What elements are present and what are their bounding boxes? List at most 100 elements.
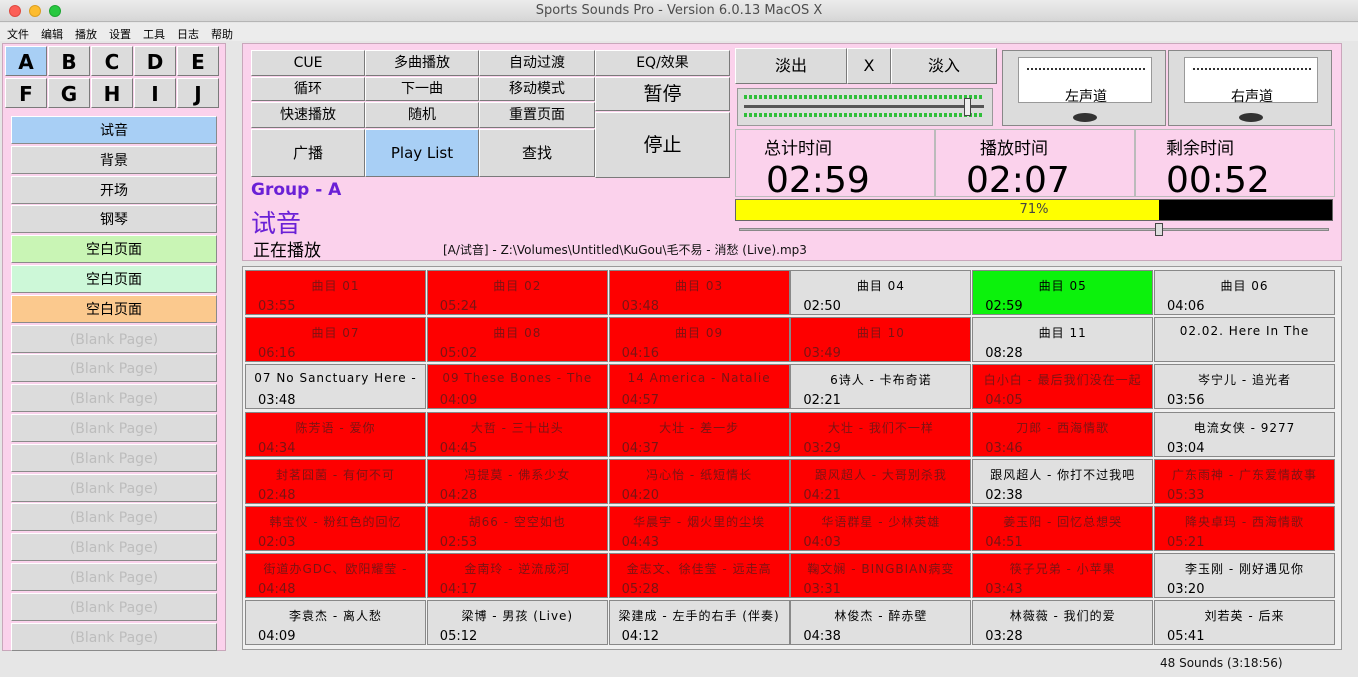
- page-button-18[interactable]: (Blank Page): [11, 622, 217, 651]
- sound-cell[interactable]: 降央卓玛 - 西海情歌 05:21: [1154, 506, 1335, 551]
- cue-button[interactable]: CUE: [251, 50, 365, 76]
- next-button[interactable]: 下一曲: [365, 77, 479, 101]
- menu-tools[interactable]: 工具: [137, 24, 171, 42]
- fade-out-button[interactable]: 淡出: [735, 48, 847, 84]
- sound-cell[interactable]: 华语群星 - 少林英雄 04:03: [790, 506, 972, 551]
- fade-in-button[interactable]: 淡入: [891, 48, 997, 84]
- page-button-4[interactable]: 钢琴: [11, 205, 217, 234]
- page-button-5[interactable]: 空白页面: [11, 235, 217, 264]
- sound-cell[interactable]: 曲目 06 04:06: [1154, 270, 1335, 315]
- sound-cell[interactable]: 广东雨神 - 广东爱情故事 05:33: [1154, 458, 1335, 504]
- page-button-6[interactable]: 空白页面: [11, 265, 217, 293]
- volume-handle[interactable]: [964, 98, 971, 116]
- sound-cell[interactable]: 曲目 11 08:28: [972, 317, 1154, 363]
- sound-cell[interactable]: 跟风超人 - 大哥别杀我 04:21: [790, 458, 972, 504]
- auto-fade-button[interactable]: 自动过渡: [479, 50, 595, 76]
- page-button-1[interactable]: 试音: [11, 116, 217, 144]
- sound-cell[interactable]: 李玉刚 - 刚好遇见你 03:20: [1154, 553, 1335, 599]
- position-track[interactable]: [739, 223, 1329, 236]
- sound-cell[interactable]: 梁建成 - 左手的右手 (伴奏) 04:12: [608, 600, 790, 646]
- sound-cell[interactable]: 韩宝仪 - 粉红色的回忆 02:03: [245, 506, 426, 551]
- menu-play[interactable]: 播放: [69, 24, 103, 42]
- sound-cell[interactable]: 14 America - Natalie 04:57: [608, 364, 790, 410]
- sound-cell[interactable]: 跟风超人 - 你打不过我吧 02:38: [972, 458, 1154, 504]
- sound-cell[interactable]: 姜玉阳 - 回忆总想哭 04:51: [972, 506, 1154, 551]
- group-button-d[interactable]: D: [134, 46, 176, 76]
- sound-cell[interactable]: 02.02. Here In The: [1154, 317, 1335, 363]
- group-button-a[interactable]: A: [5, 46, 47, 76]
- sound-cell[interactable]: 鞠文娴 - BINGBIAN病变 03:31: [790, 553, 972, 599]
- menu-log[interactable]: 日志: [171, 24, 205, 42]
- page-button-17[interactable]: (Blank Page): [11, 592, 217, 621]
- group-button-c[interactable]: C: [91, 46, 133, 76]
- sound-cell[interactable]: 大壮 - 差一步 04:37: [608, 411, 790, 457]
- menu-edit[interactable]: 编辑: [35, 24, 69, 42]
- volume-slider[interactable]: [737, 88, 993, 126]
- sound-cell[interactable]: 胡66 - 空空如也 02:53: [426, 506, 608, 551]
- sound-cell[interactable]: 陈芳语 - 爱你 04:34: [245, 411, 426, 457]
- stop-button[interactable]: 停止: [595, 112, 730, 178]
- random-button[interactable]: 随机: [365, 102, 479, 128]
- sound-cell[interactable]: 冯心怡 - 纸短情长 04:20: [608, 458, 790, 504]
- sound-cell[interactable]: 曲目 10 03:49: [790, 317, 972, 363]
- group-button-j[interactable]: J: [177, 78, 219, 108]
- sound-cell[interactable]: 大壮 - 我们不一样 03:29: [790, 411, 972, 457]
- sound-cell[interactable]: 冯提莫 - 佛系少女 04:28: [426, 458, 608, 504]
- page-button-3[interactable]: 开场: [11, 175, 217, 204]
- position-handle[interactable]: [1154, 223, 1163, 236]
- sound-cell[interactable]: 李袁杰 - 离人愁 04:09: [245, 600, 426, 646]
- sound-cell[interactable]: 大哲 - 三十出头 04:45: [426, 411, 608, 457]
- playlist-button[interactable]: Play List: [365, 129, 479, 177]
- sound-cell[interactable]: 华晨宇 - 烟火里的尘埃 04:43: [608, 506, 790, 551]
- sound-cell[interactable]: 曲目 03 03:48: [608, 270, 790, 315]
- menu-file[interactable]: 文件: [0, 24, 35, 42]
- sound-cell[interactable]: 封茗囧菌 - 有何不可 02:48: [245, 458, 426, 504]
- sound-cell[interactable]: 6诗人 - 卡布奇诺 02:21: [790, 364, 972, 410]
- broadcast-button[interactable]: 广播: [251, 129, 365, 177]
- sound-cell[interactable]: 林薇薇 - 我们的爱 03:28: [972, 600, 1154, 646]
- sound-cell[interactable]: 林俊杰 - 醉赤壁 04:38: [790, 600, 972, 646]
- menu-help[interactable]: 帮助: [205, 24, 239, 42]
- sound-cell[interactable]: 09 These Bones - The 04:09: [426, 364, 608, 410]
- menu-settings[interactable]: 设置: [103, 24, 137, 42]
- sound-cell[interactable]: 街道办GDC、欧阳耀莹 - 04:48: [245, 553, 426, 599]
- eq-effects-button[interactable]: EQ/效果: [595, 50, 730, 76]
- sound-cell[interactable]: 岑宁儿 - 追光者 03:56: [1154, 364, 1335, 410]
- reset-page-button[interactable]: 重置页面: [479, 102, 595, 128]
- page-button-12[interactable]: (Blank Page): [11, 443, 217, 472]
- page-button-7[interactable]: 空白页面: [11, 294, 217, 323]
- loop-button[interactable]: 循环: [251, 77, 365, 101]
- multi-play-button[interactable]: 多曲播放: [365, 50, 479, 76]
- sound-cell[interactable]: 筷子兄弟 - 小苹果 03:43: [972, 553, 1154, 599]
- page-button-14[interactable]: (Blank Page): [11, 503, 217, 532]
- page-button-10[interactable]: (Blank Page): [11, 384, 217, 413]
- group-button-e[interactable]: E: [177, 46, 219, 76]
- sound-cell[interactable]: 刘若英 - 后来 05:41: [1154, 600, 1335, 646]
- page-button-2[interactable]: 背景: [11, 145, 217, 174]
- group-button-i[interactable]: I: [134, 78, 176, 108]
- sound-cell[interactable]: 曲目 02 05:24: [426, 270, 608, 315]
- group-button-h[interactable]: H: [91, 78, 133, 108]
- group-button-g[interactable]: G: [48, 78, 90, 108]
- sound-cell[interactable]: 金南玲 - 逆流成河 04:17: [426, 553, 608, 599]
- group-button-f[interactable]: F: [5, 78, 47, 108]
- fade-cancel-button[interactable]: X: [847, 48, 891, 84]
- find-button[interactable]: 查找: [479, 129, 595, 177]
- sound-cell[interactable]: 白小白 - 最后我们没在一起 04:05: [972, 364, 1154, 410]
- page-button-16[interactable]: (Blank Page): [11, 563, 217, 591]
- sound-cell[interactable]: 曲目 07 06:16: [245, 317, 426, 363]
- sound-cell[interactable]: 刀郎 - 西海情歌 03:46: [972, 411, 1154, 457]
- fast-play-button[interactable]: 快速播放: [251, 102, 365, 128]
- page-button-11[interactable]: (Blank Page): [11, 414, 217, 442]
- page-button-9[interactable]: (Blank Page): [11, 354, 217, 383]
- sound-cell[interactable]: 曲目 04 02:50: [790, 270, 972, 315]
- sound-cell[interactable]: 电流女侠 - 9277 03:04: [1154, 411, 1335, 457]
- sound-cell[interactable]: 曲目 01 03:55: [245, 270, 426, 315]
- sound-cell[interactable]: 07 No Sanctuary Here - 03:48: [245, 364, 426, 410]
- page-button-8[interactable]: (Blank Page): [11, 324, 217, 353]
- sound-cell[interactable]: 曲目 09 04:16: [608, 317, 790, 363]
- sound-cell[interactable]: 曲目 05 02:59: [972, 270, 1154, 315]
- move-mode-button[interactable]: 移动模式: [479, 77, 595, 101]
- sound-cell[interactable]: 金志文、徐佳莹 - 远走高 05:28: [608, 553, 790, 599]
- page-button-13[interactable]: (Blank Page): [11, 473, 217, 502]
